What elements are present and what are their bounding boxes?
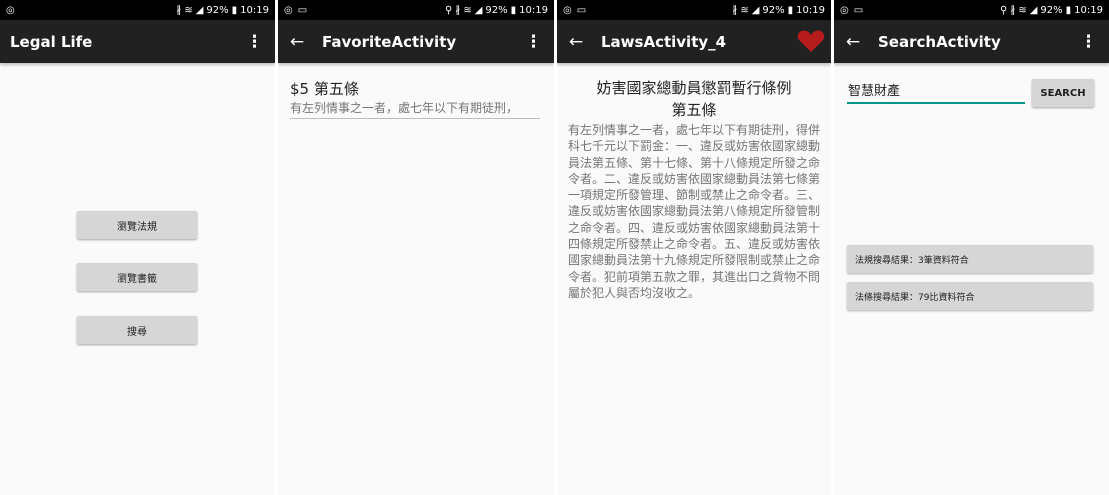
clock: 10:19 bbox=[519, 4, 548, 16]
law-search-result[interactable]: 法規搜尋結果：3筆資料符合 bbox=[847, 245, 1093, 273]
app-title: LawsActivity_4 bbox=[601, 32, 727, 51]
law-body: 有左列情事之一者，處七年以下有期徒刑，得併科七千元以下罰金：一、違反或妨害依國家… bbox=[568, 123, 821, 300]
article-search-result[interactable]: 法條搜尋結果：79比資料符合 bbox=[847, 282, 1093, 310]
favorite-item-title[interactable]: $5 第五條 bbox=[290, 78, 359, 99]
clock: 10:19 bbox=[1074, 4, 1103, 16]
article-number: 第五條 bbox=[671, 101, 717, 119]
app-title: Legal Life bbox=[10, 32, 93, 51]
wifi-icon: ≋ bbox=[1018, 4, 1027, 16]
battery-icon: ▮ bbox=[510, 4, 517, 16]
bluetooth-icon: ∦ bbox=[1010, 4, 1016, 16]
battery-icon: ▮ bbox=[231, 4, 238, 16]
back-arrow-icon[interactable]: ← bbox=[567, 32, 585, 52]
wifi-icon: ≋ bbox=[740, 4, 749, 16]
location-icon: ⚲ bbox=[445, 4, 453, 16]
signal-icon: ◢ bbox=[1029, 4, 1038, 16]
screen-divider bbox=[275, 0, 278, 495]
app-bar: Legal Life ⋮ bbox=[0, 20, 275, 63]
app-bar: ← FavoriteActivity ⋮ bbox=[278, 20, 554, 63]
notification-icon: ◎ bbox=[840, 4, 849, 16]
browse-laws-button[interactable]: 瀏覽法規 bbox=[77, 211, 197, 239]
back-arrow-icon[interactable]: ← bbox=[844, 32, 862, 52]
battery-percent: 92% bbox=[206, 4, 229, 16]
screen-divider bbox=[831, 0, 834, 495]
heart-icon[interactable] bbox=[797, 29, 825, 57]
app-bar: ← LawsActivity_4 bbox=[557, 20, 831, 63]
notification-icon: ◎ bbox=[6, 4, 15, 16]
battery-icon: ▮ bbox=[787, 4, 794, 16]
screen-favorites: ◎ ▭ ⚲ ∦ ≋ ◢ 92% ▮ 10:19 ← FavoriteActivi… bbox=[278, 0, 554, 495]
overflow-menu-icon[interactable]: ⋮ bbox=[246, 32, 263, 52]
battery-percent: 92% bbox=[1040, 4, 1063, 16]
image-icon: ▭ bbox=[853, 4, 864, 16]
image-icon: ▭ bbox=[297, 4, 308, 16]
status-bar: ◎ ∦ ≋ ◢ 92% ▮ 10:19 bbox=[0, 0, 275, 20]
app-bar: ← SearchActivity ⋮ bbox=[834, 20, 1109, 63]
screen-main: ◎ ∦ ≋ ◢ 92% ▮ 10:19 Legal Life ⋮ 瀏覽法規 瀏覽… bbox=[0, 0, 275, 495]
law-name: 妨害國家總動員懲罰暫行條例 bbox=[596, 79, 792, 97]
search-input[interactable]: 智慧財產 bbox=[847, 82, 1025, 104]
search-button[interactable]: 搜尋 bbox=[77, 316, 197, 344]
app-title: FavoriteActivity bbox=[322, 32, 457, 51]
signal-icon: ◢ bbox=[195, 4, 204, 16]
browse-bookmarks-button[interactable]: 瀏覽書籤 bbox=[77, 263, 197, 291]
status-bar: ◎ ▭ ⚲ ∦ ≋ ◢ 92% ▮ 10:19 bbox=[834, 0, 1109, 20]
location-icon: ⚲ bbox=[1000, 4, 1008, 16]
signal-icon: ◢ bbox=[474, 4, 483, 16]
clock: 10:19 bbox=[240, 4, 269, 16]
favorite-item-preview[interactable]: 有左列情事之一者，處七年以下有期徒刑， bbox=[290, 99, 540, 119]
law-title: 妨害國家總動員懲罰暫行條例 第五條 bbox=[557, 77, 831, 121]
battery-icon: ▮ bbox=[1065, 4, 1072, 16]
bluetooth-icon: ∦ bbox=[732, 4, 738, 16]
clock: 10:19 bbox=[796, 4, 825, 16]
bluetooth-icon: ∦ bbox=[455, 4, 461, 16]
overflow-menu-icon[interactable]: ⋮ bbox=[525, 32, 542, 52]
screen-search: ◎ ▭ ⚲ ∦ ≋ ◢ 92% ▮ 10:19 ← SearchActivity… bbox=[834, 0, 1109, 495]
overflow-menu-icon[interactable]: ⋮ bbox=[1080, 32, 1097, 52]
battery-percent: 92% bbox=[762, 4, 785, 16]
notification-icon: ◎ bbox=[284, 4, 293, 16]
back-arrow-icon[interactable]: ← bbox=[288, 32, 306, 52]
screen-law-detail: ◎ ▭ ∦ ≋ ◢ 92% ▮ 10:19 ← LawsActivity_4 妨… bbox=[557, 0, 831, 495]
image-icon: ▭ bbox=[576, 4, 587, 16]
screen-divider bbox=[554, 0, 557, 495]
bluetooth-icon: ∦ bbox=[176, 4, 182, 16]
signal-icon: ◢ bbox=[751, 4, 760, 16]
wifi-icon: ≋ bbox=[184, 4, 193, 16]
status-bar: ◎ ▭ ⚲ ∦ ≋ ◢ 92% ▮ 10:19 bbox=[278, 0, 554, 20]
status-bar: ◎ ▭ ∦ ≋ ◢ 92% ▮ 10:19 bbox=[557, 0, 831, 20]
wifi-icon: ≋ bbox=[463, 4, 472, 16]
notification-icon: ◎ bbox=[563, 4, 572, 16]
battery-percent: 92% bbox=[485, 4, 508, 16]
search-submit-button[interactable]: SEARCH bbox=[1032, 79, 1094, 107]
app-title: SearchActivity bbox=[878, 32, 1001, 51]
